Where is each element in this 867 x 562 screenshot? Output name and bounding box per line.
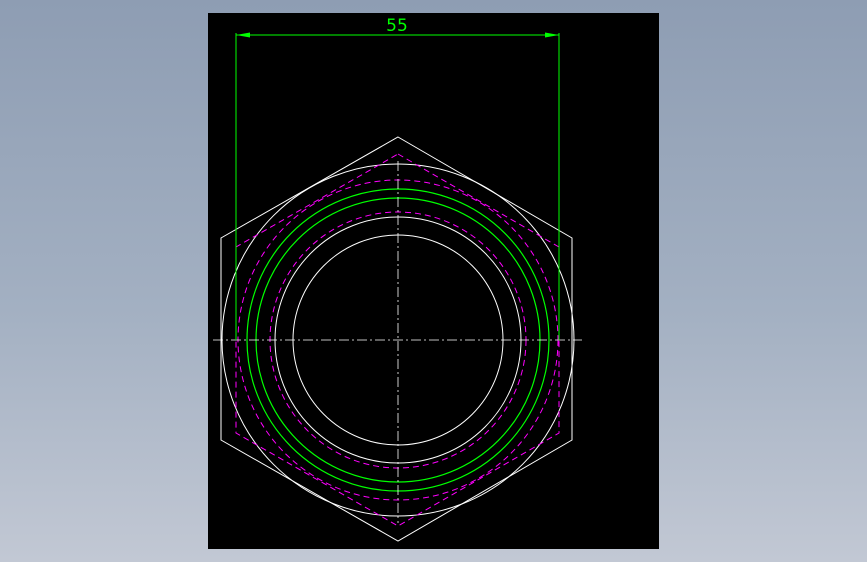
hex-nut-drawing: 55 bbox=[213, 16, 582, 542]
cad-drawing-canvas[interactable]: 55 bbox=[208, 13, 659, 549]
dimension-arrow-right bbox=[545, 32, 559, 38]
dimension-arrow-left bbox=[236, 32, 250, 38]
dimension-label: 55 bbox=[386, 16, 408, 36]
